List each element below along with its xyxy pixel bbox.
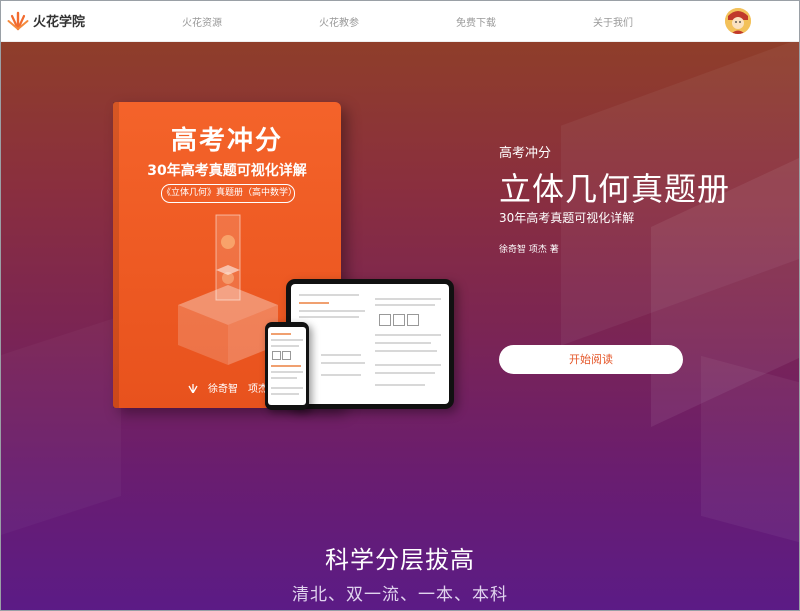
phone-preview: [265, 322, 309, 410]
text-line: [321, 374, 361, 376]
text-line: [375, 372, 435, 374]
figure-box: [379, 314, 391, 326]
text-line: [321, 354, 361, 356]
text-line: [375, 384, 425, 386]
figure-box: [393, 314, 405, 326]
hero-banner: 高考冲分 30年高考真题可视化详解 《立体几何》真题册（高中数学） 徐奇智 项杰…: [1, 42, 799, 610]
logo-text: 火花学院: [33, 14, 86, 30]
nav-item-teaching[interactable]: 火花教参: [319, 14, 359, 29]
text-line: [271, 393, 299, 395]
flame-small-icon: [188, 383, 198, 393]
phone-screen: [268, 327, 306, 405]
site-logo[interactable]: 火花学院: [7, 9, 85, 31]
text-line: [375, 342, 431, 344]
text-line: [375, 304, 435, 306]
text-line: [299, 302, 329, 304]
hero-authors: 徐奇智 项杰 著: [499, 245, 559, 255]
text-line: [299, 316, 359, 318]
text-line: [271, 333, 291, 335]
hero-title: 立体几何真题册: [499, 170, 731, 208]
figure-box: [282, 351, 291, 360]
text-line: [375, 334, 441, 336]
text-line: [321, 362, 365, 364]
figure-box: [407, 314, 419, 326]
flame-logo-icon: [7, 11, 29, 31]
page-frame: 火花学院 火花资源 火花教参 免费下载 关于我们 高考冲分 30年高考真题可视化…: [0, 0, 800, 611]
text-line: [375, 350, 437, 352]
hero-subtitle: 30年高考真题可视化详解: [499, 211, 635, 225]
text-line: [271, 377, 297, 379]
nav-item-download[interactable]: 免费下载: [456, 14, 496, 29]
avatar-face-icon: [725, 8, 751, 34]
bg-shape: [701, 355, 799, 549]
book-subtitle: 30年高考真题可视化详解: [147, 163, 307, 179]
slogan-title: 科学分层拔高: [325, 546, 475, 574]
text-line: [271, 345, 299, 347]
text-line: [375, 364, 441, 366]
tablet-preview: [286, 279, 454, 409]
text-line: [299, 294, 359, 296]
top-header: 火花学院 火花资源 火花教参 免费下载 关于我们: [1, 1, 799, 42]
start-reading-button[interactable]: 开始阅读: [499, 345, 683, 374]
tablet-screen: [291, 284, 449, 404]
hero-eyebrow: 高考冲分: [499, 146, 552, 161]
text-line: [299, 310, 365, 312]
slogan-subtitle: 清北、双一流、一本、本科: [292, 585, 508, 605]
book-author-1: 徐奇智: [208, 384, 238, 395]
text-line: [271, 387, 303, 389]
user-avatar[interactable]: [725, 8, 751, 34]
book-title: 高考冲分: [170, 126, 283, 156]
text-line: [271, 371, 303, 373]
text-line: [271, 339, 303, 341]
figure-box: [272, 351, 281, 360]
text-line: [375, 298, 441, 300]
book-series-pill: 《立体几何》真题册（高中数学）: [161, 184, 297, 203]
nav-item-about[interactable]: 关于我们: [593, 14, 633, 29]
bg-shape: [1, 316, 121, 548]
nav-item-resources[interactable]: 火花资源: [182, 14, 222, 29]
text-line: [271, 365, 301, 367]
